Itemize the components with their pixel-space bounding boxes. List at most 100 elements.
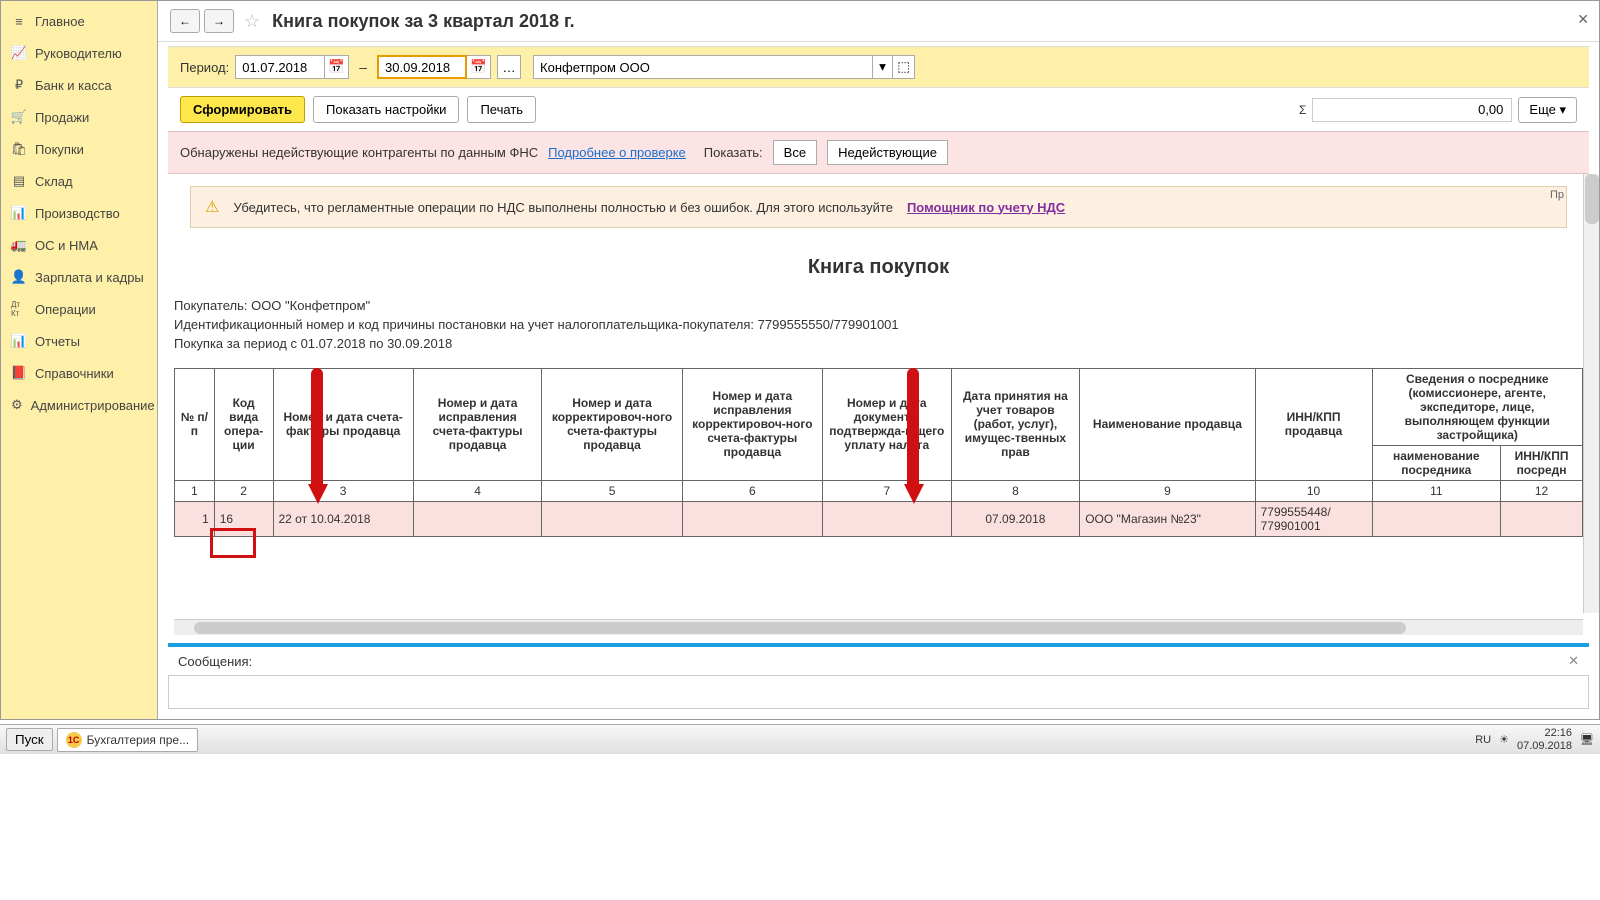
- alert-bar: Обнаружены недействующие контрагенты по …: [168, 131, 1589, 174]
- table-row[interactable]: 1 16 22 от 10.04.2018 07.09.2018 ООО "Ма…: [175, 501, 1583, 536]
- sigma-icon: Σ: [1299, 103, 1306, 117]
- person-icon: 👤: [11, 269, 27, 285]
- th-seller: Наименование продавца: [1080, 368, 1255, 480]
- more-button[interactable]: Еще ▾: [1518, 97, 1577, 123]
- sidebar-item-operations[interactable]: Дт КтОперации: [1, 293, 157, 325]
- sidebar-item-purchases[interactable]: 🛍 Покупки: [1, 133, 157, 165]
- warn-text: Убедитесь, что регламентные операции по …: [233, 200, 893, 215]
- sidebar-item-label: Отчеты: [35, 334, 80, 349]
- sidebar-item-label: Операции: [35, 302, 96, 317]
- taskbar-app[interactable]: 1С Бухгалтерия пре...: [57, 728, 199, 752]
- sidebar-item-label: Справочники: [35, 366, 114, 381]
- report-area: ⚠ Убедитесь, что регламентные операции п…: [158, 174, 1599, 613]
- sum-input[interactable]: [1312, 98, 1512, 122]
- th-num: № п/п: [175, 368, 215, 480]
- th-c6: Номер и дата исправления корректировоч-н…: [682, 368, 822, 480]
- start-button[interactable]: Пуск: [6, 728, 53, 751]
- close-icon[interactable]: ✕: [1568, 653, 1579, 669]
- taskbar-app-label: Бухгалтерия пре...: [87, 733, 190, 747]
- cell-c12: [1501, 501, 1583, 536]
- cell-seller: ООО "Магазин №23": [1080, 501, 1255, 536]
- messages-panel: Сообщения: ✕: [168, 643, 1589, 709]
- date-from-input[interactable]: [235, 55, 325, 79]
- sidebar-item-sales[interactable]: 🛒 Продажи: [1, 101, 157, 133]
- th-c7: Номер и дата документа, подтвержда-ющего…: [823, 368, 952, 480]
- cell-c7: [823, 501, 952, 536]
- cell-c4: [413, 501, 542, 536]
- ruble-icon: ₽: [11, 77, 27, 93]
- report-info: Покупатель: ООО "Конфетпром" Идентификац…: [174, 297, 1583, 354]
- app-logo-icon: 1С: [66, 732, 82, 748]
- open-icon[interactable]: ⬚: [893, 55, 915, 79]
- sidebar-item-main[interactable]: ≡Главное: [1, 5, 157, 37]
- sidebar-item-refs[interactable]: 📕 Справочники: [1, 357, 157, 389]
- print-button[interactable]: Печать: [467, 96, 536, 123]
- org-input[interactable]: [533, 55, 873, 79]
- calendar-icon[interactable]: 📅: [325, 55, 349, 79]
- messages-label: Сообщения:: [178, 654, 252, 669]
- tray-monitor-icon[interactable]: 🖥: [1580, 733, 1594, 746]
- period-label: Период:: [180, 60, 229, 75]
- th-c11: наименование посредника: [1372, 445, 1501, 480]
- truck-icon: 🚛: [11, 237, 27, 253]
- sidebar-item-admin[interactable]: ⚙ Администрирование: [1, 389, 157, 421]
- form-button[interactable]: Сформировать: [180, 96, 305, 123]
- sidebar-item-payroll[interactable]: 👤Зарплата и кадры: [1, 261, 157, 293]
- buyer-line: Покупатель: ООО "Конфетпром": [174, 297, 1583, 316]
- cart-icon: 🛒: [11, 109, 27, 125]
- filter-all-button[interactable]: Все: [773, 140, 817, 165]
- sidebar-item-reports[interactable]: 📊Отчеты: [1, 325, 157, 357]
- alert-text: Обнаружены недействующие контрагенты по …: [180, 145, 538, 160]
- period-select-button[interactable]: …: [497, 55, 521, 79]
- th-c5: Номер и дата корректировоч-ного счета-фа…: [542, 368, 682, 480]
- sidebar-item-label: Продажи: [35, 110, 89, 125]
- sidebar-item-assets[interactable]: 🚛 ОС и НМА: [1, 229, 157, 261]
- bars-icon: 📊: [11, 205, 27, 221]
- sidebar-item-production[interactable]: 📊Производство: [1, 197, 157, 229]
- cell-num: 1: [175, 501, 215, 536]
- gear-icon: ⚙: [11, 397, 23, 413]
- book-icon: 📕: [11, 365, 27, 381]
- sidebar-item-label: Покупки: [35, 142, 84, 157]
- sidebar-item-label: ОС и НМА: [35, 238, 98, 253]
- sidebar-item-label: Главное: [35, 14, 85, 29]
- sidebar-item-label: Склад: [35, 174, 73, 189]
- th-c12: ИНН/КПП посредн: [1501, 445, 1583, 480]
- forward-button[interactable]: →: [204, 9, 234, 33]
- sidebar-item-label: Администрирование: [31, 398, 155, 413]
- bag-icon: 🛍: [11, 141, 27, 157]
- action-toolbar: Сформировать Показать настройки Печать Σ…: [168, 88, 1589, 131]
- taskbar: Пуск 1С Бухгалтерия пре... RU ☀ 22:16 07…: [0, 724, 1600, 754]
- lang-indicator[interactable]: RU: [1475, 734, 1491, 746]
- th-invoice: Номер и дата счета-фактуры продавца: [273, 368, 413, 480]
- pr-label: Пр: [1550, 189, 1564, 201]
- horizontal-scrollbar[interactable]: [174, 619, 1583, 635]
- vertical-scrollbar[interactable]: [1583, 174, 1599, 613]
- date-to-input[interactable]: [377, 55, 467, 79]
- show-settings-button[interactable]: Показать настройки: [313, 96, 459, 123]
- sidebar-item-manager[interactable]: 📈Руководителю: [1, 37, 157, 69]
- period-toolbar: Период: 📅 – 📅 … ▾ ⬚: [168, 46, 1589, 88]
- purchase-table: № п/п Код вида опера-ции Номер и дата сч…: [174, 368, 1583, 537]
- tray-icon[interactable]: ☀: [1499, 733, 1509, 746]
- sidebar-item-warehouse[interactable]: ▤ Склад: [1, 165, 157, 197]
- chevron-down-icon[interactable]: ▾: [873, 55, 893, 79]
- inn-line: Идентификационный номер и код причины по…: [174, 316, 1583, 335]
- calendar-icon[interactable]: 📅: [467, 55, 491, 79]
- main-content: ✕ ← → ☆ Книга покупок за 3 квартал 2018 …: [158, 1, 1599, 719]
- clock[interactable]: 22:16 07.09.2018: [1517, 727, 1572, 751]
- warn-link[interactable]: Помощник по учету НДС: [907, 200, 1065, 215]
- close-icon[interactable]: ✕: [1577, 11, 1589, 28]
- num-row: 1 2 3 4 5 6 7 8 9 10 11 12: [175, 480, 1583, 501]
- cell-invoice: 22 от 10.04.2018: [273, 501, 413, 536]
- warning-icon: ⚠: [205, 197, 219, 217]
- th-intermediary-top: Сведения о посреднике (комиссионере, аге…: [1372, 368, 1583, 445]
- alert-link[interactable]: Подробнее о проверке: [548, 145, 686, 160]
- filter-inactive-button[interactable]: Недействующие: [827, 140, 948, 165]
- dash: –: [359, 59, 367, 75]
- back-button[interactable]: ←: [170, 9, 200, 33]
- sidebar-item-bank[interactable]: ₽Банк и касса: [1, 69, 157, 101]
- grid-icon: ▤: [11, 173, 27, 189]
- star-icon[interactable]: ☆: [244, 11, 260, 32]
- th-code: Код вида опера-ции: [214, 368, 273, 480]
